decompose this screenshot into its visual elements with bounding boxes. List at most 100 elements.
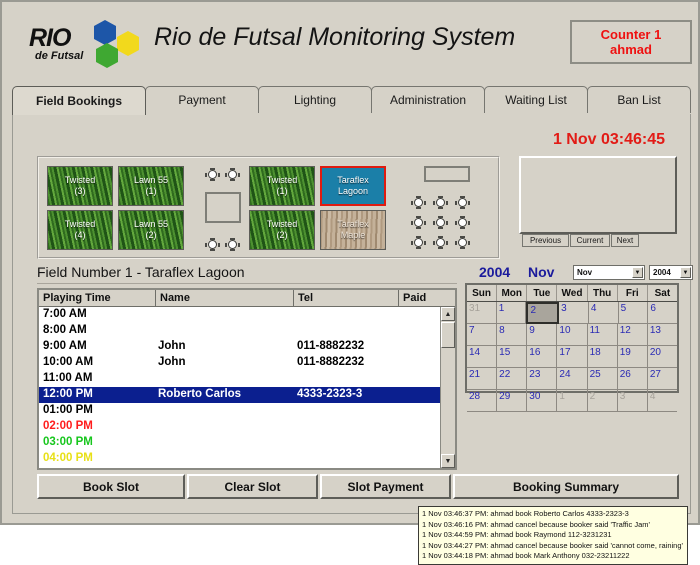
clear-slot-button[interactable]: Clear Slot [187,474,318,499]
lamp-icon[interactable] [411,196,426,209]
slot-payment-button[interactable]: Slot Payment [320,474,451,499]
chevron-down-icon[interactable]: ▼ [680,267,691,278]
calendar-day-cell[interactable]: 4 [647,390,677,412]
page-title: Rio de Futsal Monitoring System [154,23,516,51]
table-row[interactable]: 12:00 PM Roberto Carlos 4333-2323-3 [39,387,440,403]
calendar-day-cell[interactable]: 27 [647,368,677,390]
calendar-day-cell[interactable]: 6 [648,302,678,324]
vertical-scrollbar[interactable]: ▲ ▼ [440,307,455,468]
booking-summary-button[interactable]: Booking Summary [453,474,679,499]
calendar-day-cell[interactable]: 5 [618,302,649,324]
year-select[interactable]: 2004 ▼ [649,265,693,280]
field-tile-twisted-2[interactable]: Twisted (2) [249,210,315,250]
calendar-day-cell[interactable]: 18 [587,346,618,368]
column-header-paid[interactable]: Paid [399,290,440,306]
field-tile-twisted-3[interactable]: Twisted (3) [47,166,113,206]
calendar-day-cell[interactable]: 2 [526,302,560,324]
table-row[interactable]: 8:00 AM [39,323,440,339]
action-button-bar: Book Slot Clear Slot Slot Payment Bookin… [37,474,679,500]
calendar-day-cell[interactable]: 30 [527,390,558,412]
calendar-day-cell[interactable]: 20 [647,346,677,368]
lamp-icon[interactable] [455,196,470,209]
column-header-playing-time[interactable]: Playing Time [39,290,156,306]
tab-payment[interactable]: Payment [145,86,259,113]
tab-ban-list[interactable]: Ban List [587,86,691,113]
calendar-day-cell[interactable]: 3 [617,390,648,412]
calendar-day-cell[interactable]: 10 [557,324,588,346]
calendar-day-cell[interactable]: 17 [557,346,588,368]
lamp-icon[interactable] [433,236,448,249]
calendar-day-cell[interactable]: 22 [497,368,528,390]
lamp-icon[interactable] [205,238,220,251]
lamp-icon[interactable] [411,236,426,249]
lamp-icon[interactable] [225,168,240,181]
table-row[interactable]: 11:00 AM [39,371,440,387]
calendar-day-cell[interactable]: 29 [497,390,528,412]
field-tile-twisted-4[interactable]: Twisted (4) [47,210,113,250]
table-row[interactable]: 7:00 AM [39,307,440,323]
column-header-tel[interactable]: Tel [294,290,399,306]
scroll-down-arrow-icon[interactable]: ▼ [441,454,455,468]
lamp-icon[interactable] [225,238,240,251]
calendar-day-cell[interactable]: 11 [587,324,618,346]
calendar-day-cell[interactable]: 2 [587,390,618,412]
lamp-icon[interactable] [455,236,470,249]
book-slot-button[interactable]: Book Slot [37,474,185,499]
tab-field-bookings[interactable]: Field Bookings [12,86,146,115]
calendar-day-cell[interactable]: 31 [467,302,497,324]
preview-tab-next[interactable]: Next [611,234,639,247]
calendar-day-cell[interactable]: 16 [527,346,558,368]
calendar-day-cell[interactable]: 23 [527,368,558,390]
calendar-day-cell[interactable]: 21 [467,368,498,390]
table-row[interactable]: 10:00 AM John 011-8882232 [39,355,440,371]
calendar-day-cell[interactable]: 4 [588,302,619,324]
lamp-icon[interactable] [411,216,426,229]
calendar-day-cell[interactable]: 28 [467,390,498,412]
calendar-day-cell[interactable]: 9 [527,324,558,346]
tab-administration[interactable]: Administration [371,86,485,113]
column-header-name[interactable]: Name [156,290,294,306]
calendar-day-cell[interactable]: 3 [559,302,589,324]
tab-lighting[interactable]: Lighting [258,86,372,113]
calendar-grid[interactable]: Sun Mon Tue Wed Thu Fri Sat 31 1 2 3 4 5 6 7 8 9 10 11 12 1… [465,283,679,412]
table-row[interactable]: 9:00 AM John 011-8882232 [39,339,440,355]
scrollbar-thumb[interactable] [441,322,455,348]
calendar-day-cell[interactable]: 24 [557,368,588,390]
calendar-day-cell[interactable]: 7 [467,324,498,346]
calendar-day-cell[interactable]: 12 [617,324,648,346]
lamp-icon[interactable] [433,196,448,209]
table-row[interactable]: 05:00 PM [39,467,440,468]
calendar-day-cell[interactable]: 1 [557,390,588,412]
calendar-day-cell[interactable]: 15 [497,346,528,368]
booking-slots-table[interactable]: Playing Time Name Tel Paid 7:00 AM 8:00 A… [37,288,457,470]
calendar-weekday: Tue [527,285,558,301]
tab-waiting-list[interactable]: Waiting List [484,86,588,113]
cell-playing-time: 02:00 PM [43,420,93,432]
rio-de-futsal-logo: RIO de Futsal [29,16,144,68]
scroll-up-arrow-icon[interactable]: ▲ [441,307,455,321]
month-select[interactable]: Nov ▼ [573,265,645,280]
lamp-icon[interactable] [433,216,448,229]
field-tile-taraflex-lagoon[interactable]: Taraflex Lagoon [320,166,386,206]
table-row[interactable]: 03:00 PM [39,435,440,451]
chevron-down-icon[interactable]: ▼ [632,267,643,278]
calendar-day-cell[interactable]: 19 [617,346,648,368]
preview-tab-previous[interactable]: Previous [522,234,569,247]
preview-tab-current[interactable]: Current [570,234,610,247]
table-row[interactable]: 02:00 PM [39,419,440,435]
table-row[interactable]: 04:00 PM [39,451,440,467]
field-tile-taraflex-maple[interactable]: Taraflex Maple [320,210,386,250]
lamp-icon[interactable] [455,216,470,229]
calendar-day-cell[interactable]: 8 [497,324,528,346]
field-tile-lawn55-1[interactable]: Lawn 55 (1) [118,166,184,206]
table-row[interactable]: 01:00 PM [39,403,440,419]
calendar-weekday: Mon [497,285,528,301]
calendar-day-cell[interactable]: 25 [587,368,618,390]
calendar-day-cell[interactable]: 14 [467,346,498,368]
lamp-icon[interactable] [205,168,220,181]
calendar-day-cell[interactable]: 1 [496,302,527,324]
field-tile-lawn55-2[interactable]: Lawn 55 (2) [118,210,184,250]
field-tile-twisted-1[interactable]: Twisted (1) [249,166,315,206]
calendar-day-cell[interactable]: 26 [617,368,648,390]
calendar-day-cell[interactable]: 13 [647,324,677,346]
